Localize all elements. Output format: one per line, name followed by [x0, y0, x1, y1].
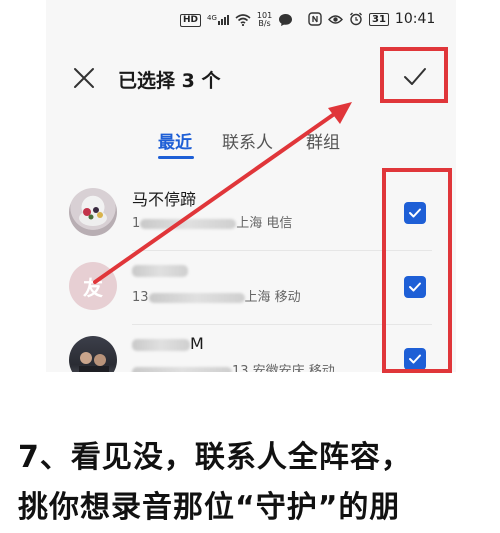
caption-line-1: 7、看见没，联系人全阵容， [18, 440, 412, 475]
caption-line-2: 挑你想录音那位“守护”的朋 [18, 490, 401, 525]
